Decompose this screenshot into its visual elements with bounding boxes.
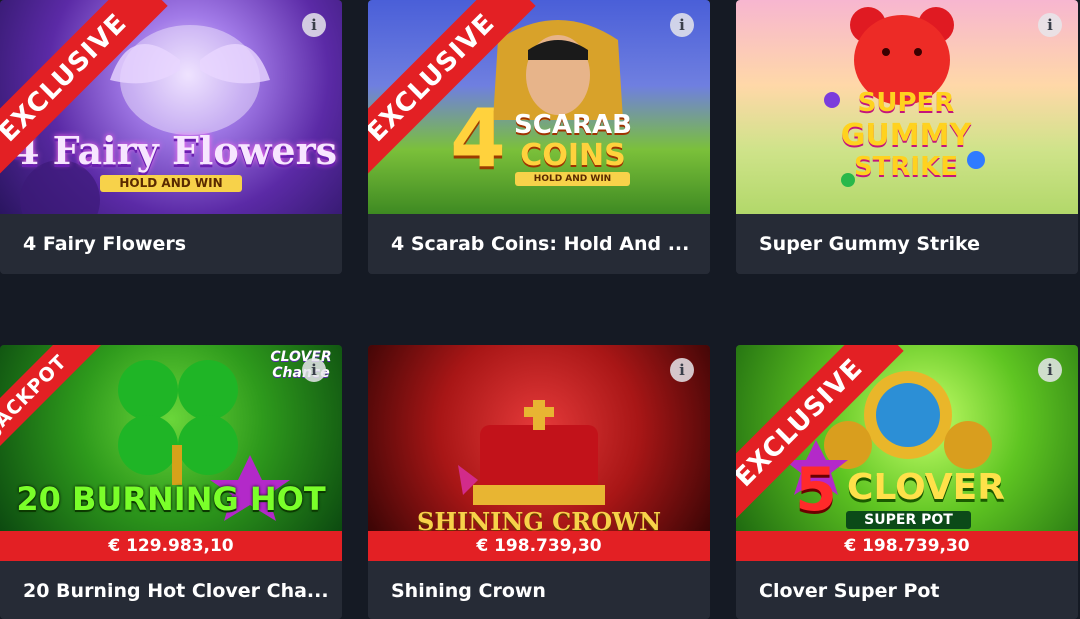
game-card-20-burning-hot-clover-chance[interactable]: 20 BURNING HOT CLOVER Chance JACKPOT i €… [0,345,342,619]
game-logo-line: SUPER [857,88,955,118]
game-logo-line: STRIKE [853,152,959,182]
game-logo-line: Chance [272,365,330,381]
crown-artwork [458,400,605,505]
game-card-super-gummy-strike[interactable]: SUPER GUMMY STRIKE i Super Gummy Strike [736,0,1078,274]
game-logo-number: 4 [450,92,506,185]
game-logo-line: GUMMY [840,118,972,153]
game-logo-text: 20 BURNING HOT [16,480,326,518]
game-logo-line: CLOVER [270,349,332,365]
game-title[interactable]: 20 Burning Hot Clover Cha... [0,561,342,619]
jackpot-amount: € 198.739,30 [368,531,710,561]
jackpot-amount: € 198.739,30 [736,531,1078,561]
game-card-clover-super-pot[interactable]: 5 CLOVER SUPER POT EXCLUSIVE i € 198.739… [736,345,1078,619]
game-logo-line: COINS [520,138,626,173]
game-thumbnail[interactable]: SUPER GUMMY STRIKE i [736,0,1078,214]
game-thumbnail[interactable]: 4 Fairy Flowers HOLD AND WIN EXCLUSIVE i [0,0,342,214]
game-title[interactable]: Super Gummy Strike [736,214,1078,274]
game-title[interactable]: Shining Crown [368,561,710,619]
game-logo-text: 4 Fairy Flowers [12,128,338,173]
game-logo-subtitle: SUPER POT [846,511,971,529]
game-thumbnail[interactable]: 4 SCARAB COINS HOLD AND WIN EXCLUSIVE i [368,0,710,214]
info-icon[interactable]: i [670,358,694,382]
game-logo-line: CLOVER [847,467,1005,508]
game-thumbnail[interactable]: SHINING CROWN i [368,345,710,531]
info-icon[interactable]: i [302,358,326,382]
game-title[interactable]: Clover Super Pot [736,561,1078,619]
game-title[interactable]: 4 Scarab Coins: Hold And ... [368,214,710,274]
info-icon[interactable]: i [1038,13,1062,37]
game-title[interactable]: 4 Fairy Flowers [0,214,342,274]
game-logo-text: SHINING CROWN [416,507,662,531]
game-thumbnail[interactable]: 5 CLOVER SUPER POT EXCLUSIVE i [736,345,1078,531]
game-logo-subtitle: HOLD AND WIN [100,175,242,192]
game-logo-line: SCARAB [514,110,632,140]
game-thumbnail[interactable]: 20 BURNING HOT CLOVER Chance JACKPOT i [0,345,342,531]
info-icon[interactable]: i [670,13,694,37]
info-icon[interactable]: i [1038,358,1062,382]
game-card-4-fairy-flowers[interactable]: 4 Fairy Flowers HOLD AND WIN EXCLUSIVE i… [0,0,342,274]
jackpot-amount: € 129.983,10 [0,531,342,561]
info-icon[interactable]: i [302,13,326,37]
game-card-4-scarab-coins[interactable]: 4 SCARAB COINS HOLD AND WIN EXCLUSIVE i … [368,0,710,274]
game-logo-subtitle: HOLD AND WIN [515,172,630,186]
game-card-shining-crown[interactable]: SHINING CROWN i € 198.739,30 Shining Cro… [368,345,710,619]
